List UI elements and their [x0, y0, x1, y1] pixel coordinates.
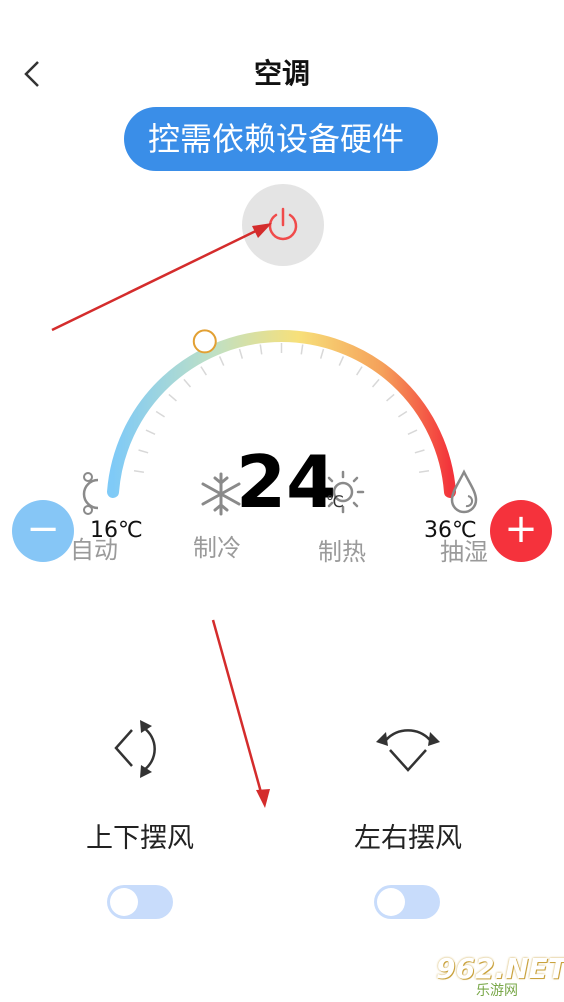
- dial-tick: [145, 429, 156, 435]
- vertical-swing-toggle[interactable]: [107, 885, 173, 919]
- dial-tick: [418, 470, 430, 473]
- vertical-swing-label: 上下摆风: [86, 823, 194, 854]
- mode-heat-label[interactable]: 制热: [318, 532, 366, 567]
- power-button[interactable]: [242, 184, 324, 266]
- temperature-unit: ℃: [326, 492, 344, 511]
- horizontal-swing-label: 左右摆风: [354, 823, 462, 854]
- banner-text: 控需依赖设备硬件: [148, 120, 405, 158]
- page-title: 空调: [253, 57, 310, 90]
- temperature-value: 24: [236, 440, 337, 524]
- dial-tick: [138, 449, 149, 454]
- dial-tick: [338, 356, 345, 366]
- horizontal-swing-icon: [376, 729, 440, 772]
- dial-tick: [133, 470, 145, 473]
- mode-dry-label[interactable]: 抽湿: [440, 532, 488, 567]
- increase-temperature-button[interactable]: +: [490, 500, 552, 562]
- auto-cycle-icon[interactable]: [82, 472, 99, 515]
- mode-auto-label[interactable]: 自动: [70, 530, 118, 565]
- horizontal-swing-toggle[interactable]: [374, 885, 440, 919]
- dial-tick: [414, 449, 425, 454]
- dial-tick: [371, 378, 380, 388]
- dial-tick: [300, 344, 304, 355]
- dial-tick: [200, 366, 207, 376]
- vertical-swing-icon: [114, 720, 156, 778]
- dial-tick: [155, 410, 165, 418]
- info-banner: 控需依赖设备硬件: [124, 107, 438, 171]
- dial-tick: [356, 366, 363, 376]
- plus-icon: +: [504, 506, 538, 552]
- decrease-temperature-button[interactable]: −: [12, 500, 74, 562]
- dial-tick: [398, 410, 408, 418]
- dial-tick: [386, 393, 395, 402]
- temperature-slider-handle[interactable]: [192, 329, 217, 354]
- droplet-icon[interactable]: [450, 469, 478, 514]
- mode-cool-label[interactable]: 制冷: [193, 528, 241, 563]
- dial-tick: [183, 378, 192, 388]
- power-icon: [268, 207, 298, 241]
- dial-tick: [407, 429, 418, 435]
- dial-tick: [218, 356, 225, 366]
- watermark-sub: 乐游网: [476, 983, 518, 999]
- toggle-knob: [377, 888, 405, 916]
- dial-tick: [238, 348, 244, 359]
- minus-icon: −: [26, 506, 60, 552]
- toggle-knob: [110, 888, 138, 916]
- dial-tick: [259, 344, 263, 355]
- snowflake-icon[interactable]: [201, 472, 241, 516]
- dial-tick: [319, 348, 325, 359]
- dial-tick: [168, 393, 177, 402]
